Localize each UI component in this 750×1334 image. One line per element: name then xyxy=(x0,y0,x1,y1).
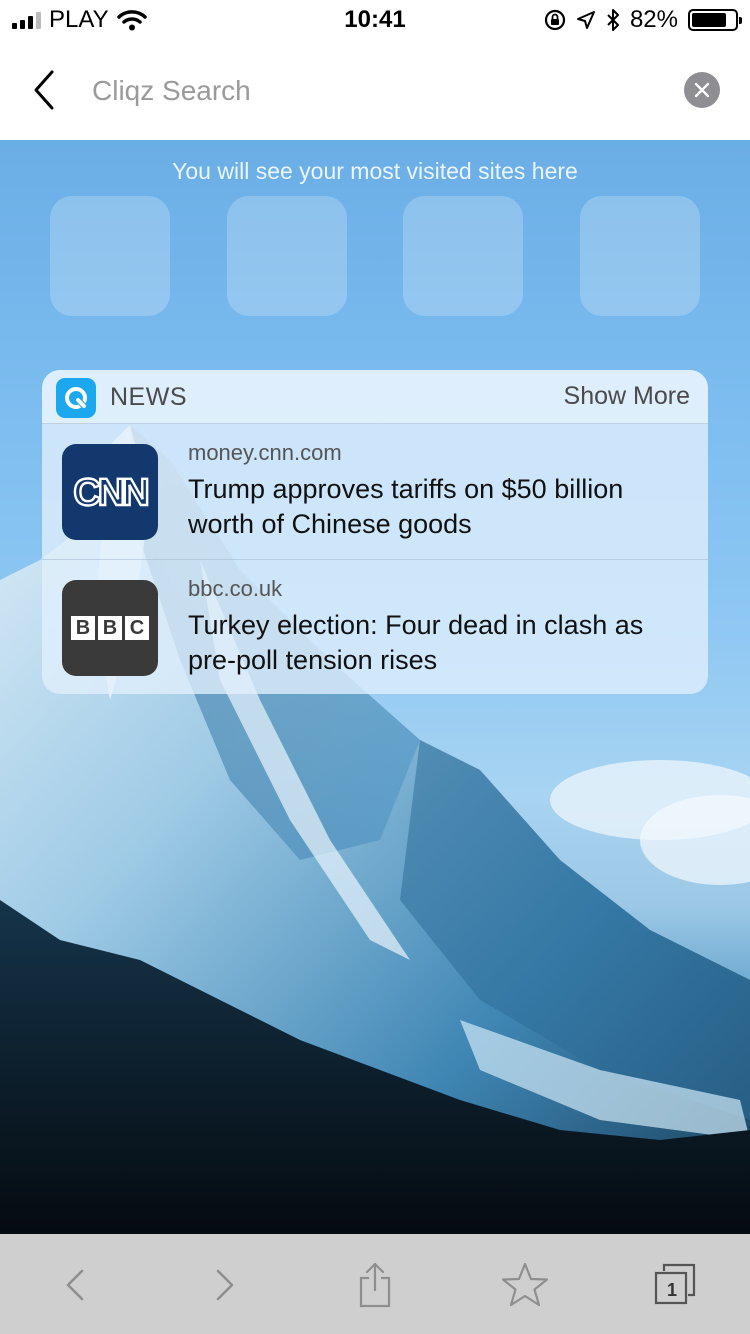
status-bar: PLAY 10:41 82% xyxy=(0,0,750,40)
search-input[interactable] xyxy=(92,70,652,112)
forward-nav-button[interactable] xyxy=(198,1260,252,1310)
bottom-toolbar: 1 xyxy=(0,1234,750,1334)
news-item[interactable]: CNN money.cnn.com Trump approves tariffs… xyxy=(42,424,708,559)
battery-level xyxy=(692,13,727,27)
share-icon xyxy=(359,1262,391,1308)
cnn-logo: CNN xyxy=(62,444,158,540)
share-button[interactable] xyxy=(348,1260,402,1310)
location-icon xyxy=(576,11,595,29)
news-headline: Trump approves tariffs on $50 billion wo… xyxy=(188,474,624,539)
show-more-link[interactable]: Show More xyxy=(564,382,690,411)
top-sites-grid xyxy=(50,196,700,316)
news-domain: bbc.co.uk xyxy=(188,576,283,601)
top-site-tile[interactable] xyxy=(50,196,170,316)
tabs-count: 1 xyxy=(666,1279,677,1300)
tabs-button[interactable]: 1 xyxy=(648,1260,702,1310)
back-button[interactable] xyxy=(24,66,64,114)
search-header xyxy=(0,40,750,140)
top-sites-caption: You will see your most visited sites her… xyxy=(172,158,578,184)
star-icon xyxy=(501,1262,549,1307)
bbc-logo-letter: B xyxy=(98,616,122,640)
top-site-tile[interactable] xyxy=(580,196,700,316)
top-site-tile[interactable] xyxy=(227,196,347,316)
battery-icon xyxy=(688,9,742,31)
top-site-tile[interactable] xyxy=(403,196,523,316)
bbc-logo-letter: B xyxy=(71,616,95,640)
bbc-logo-letter: C xyxy=(125,616,149,640)
back-icon xyxy=(66,1269,84,1301)
back-nav-button[interactable] xyxy=(48,1260,102,1310)
chevron-left-icon xyxy=(34,70,54,110)
forward-icon xyxy=(216,1269,234,1301)
news-item[interactable]: B B C bbc.co.uk Turkey election: Four de… xyxy=(42,559,708,694)
news-card: NEWS Show More CNN money.cnn.com Trump a… xyxy=(42,370,708,694)
news-header: NEWS Show More xyxy=(42,370,708,424)
battery-percent: 82% xyxy=(629,6,678,33)
clear-search-button[interactable] xyxy=(684,72,720,108)
cnn-logo-icon: CNN xyxy=(72,471,151,514)
cliqz-logo-icon xyxy=(56,378,96,418)
close-icon xyxy=(694,82,710,98)
bbc-logo-icon: B B C xyxy=(71,616,149,640)
news-title: NEWS xyxy=(110,383,187,411)
news-headline: Turkey election: Four dead in clash as p… xyxy=(188,610,644,675)
cliqz-q-icon xyxy=(65,387,88,410)
bluetooth-icon xyxy=(607,9,619,31)
bbc-logo: B B C xyxy=(62,580,158,676)
status-right: 82% xyxy=(544,6,742,34)
svg-text:CNN: CNN xyxy=(73,472,147,514)
orientation-lock-icon xyxy=(544,9,566,31)
news-domain: money.cnn.com xyxy=(188,440,342,465)
new-tab-page: You will see your most visited sites her… xyxy=(0,140,750,1234)
favorite-button[interactable] xyxy=(498,1260,552,1310)
